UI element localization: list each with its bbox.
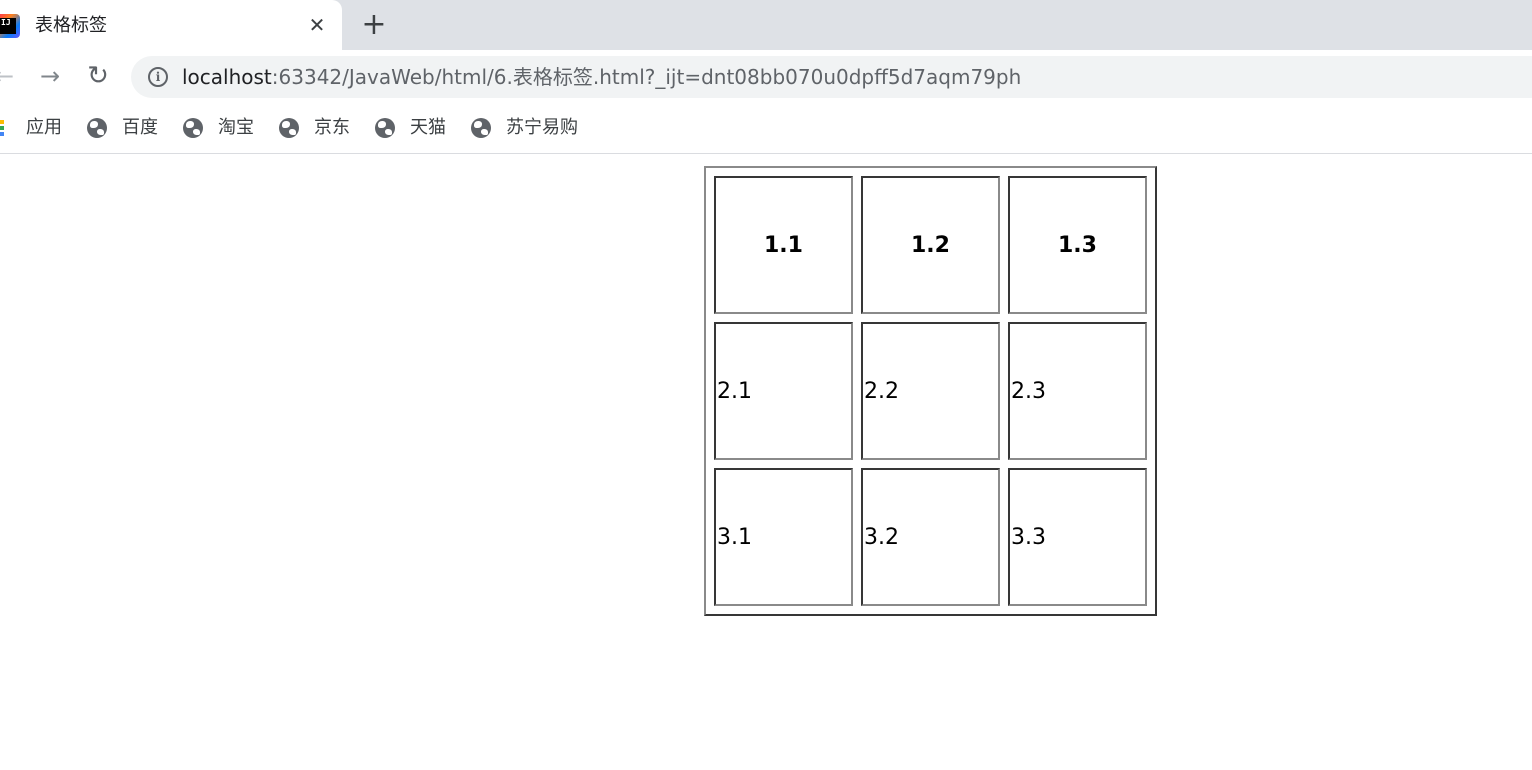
- forward-button[interactable]: →: [34, 60, 66, 92]
- back-button[interactable]: ←: [0, 60, 20, 92]
- table-row: 2.1 2.2 2.3: [714, 322, 1147, 460]
- bookmarks-bar: 应用 百度 淘宝 京东 天猫 苏宁易购: [0, 106, 1532, 154]
- bookmark-suning[interactable]: 苏宁易购: [471, 116, 591, 140]
- apps-icon: [0, 120, 10, 136]
- data-table: 1.1 1.2 1.3 2.1 2.2 2.3 3.1 3.2 3.3: [704, 166, 1157, 616]
- globe-icon: [183, 118, 203, 138]
- active-tab[interactable]: IJ 表格标签 ✕: [0, 0, 342, 50]
- browser-window: IJ 表格标签 ✕ + ← → ↻ i localhost:63342/Java…: [0, 0, 1532, 770]
- site-info-icon[interactable]: i: [148, 67, 168, 87]
- url-host: localhost: [182, 65, 272, 89]
- bookmark-tmall[interactable]: 天猫: [375, 116, 455, 140]
- table-cell: 3.1: [714, 468, 853, 606]
- header-cell: 1.2: [861, 176, 1000, 314]
- bookmark-taobao[interactable]: 淘宝: [183, 116, 263, 140]
- table-header-row: 1.1 1.2 1.3: [714, 176, 1147, 314]
- header-cell: 1.1: [714, 176, 853, 314]
- close-tab-icon[interactable]: ✕: [304, 12, 330, 38]
- favicon-text: IJ: [1, 18, 11, 27]
- header-cell: 1.3: [1008, 176, 1147, 314]
- bookmark-apps[interactable]: 应用: [0, 116, 70, 140]
- table-cell: 2.2: [861, 322, 1000, 460]
- bookmark-label: 天猫: [410, 117, 446, 138]
- tab-title: 表格标签: [35, 15, 107, 36]
- bookmark-label: 苏宁易购: [506, 117, 578, 138]
- page-content: 1.1 1.2 1.3 2.1 2.2 2.3 3.1 3.2 3.3: [0, 154, 1532, 770]
- globe-icon: [471, 118, 491, 138]
- tab-strip: IJ 表格标签 ✕ +: [0, 0, 1532, 50]
- globe-icon: [279, 118, 299, 138]
- bookmark-baidu[interactable]: 百度: [87, 116, 167, 140]
- bookmark-label: 京东: [314, 117, 350, 138]
- table-cell: 2.3: [1008, 322, 1147, 460]
- url-path: :63342/JavaWeb/html/6.表格标签.html?_ijt=dnt…: [271, 65, 1022, 89]
- address-bar[interactable]: i localhost:63342/JavaWeb/html/6.表格标签.ht…: [131, 56, 1532, 98]
- table-row: 3.1 3.2 3.3: [714, 468, 1147, 606]
- toolbar: ← → ↻ i localhost:63342/JavaWeb/html/6.表…: [0, 50, 1532, 106]
- intellij-favicon-icon: IJ: [0, 14, 20, 38]
- table-cell: 3.2: [861, 468, 1000, 606]
- bookmark-label: 淘宝: [218, 117, 254, 138]
- bookmark-label: 百度: [122, 117, 158, 138]
- table-cell: 3.3: [1008, 468, 1147, 606]
- new-tab-button[interactable]: +: [360, 10, 388, 40]
- globe-icon: [87, 118, 107, 138]
- table-cell: 2.1: [714, 322, 853, 460]
- bookmark-jd[interactable]: 京东: [279, 116, 359, 140]
- bookmark-label: 应用: [26, 117, 62, 138]
- reload-button[interactable]: ↻: [82, 60, 114, 92]
- url-text[interactable]: localhost:63342/JavaWeb/html/6.表格标签.html…: [182, 65, 1021, 89]
- globe-icon: [375, 118, 395, 138]
